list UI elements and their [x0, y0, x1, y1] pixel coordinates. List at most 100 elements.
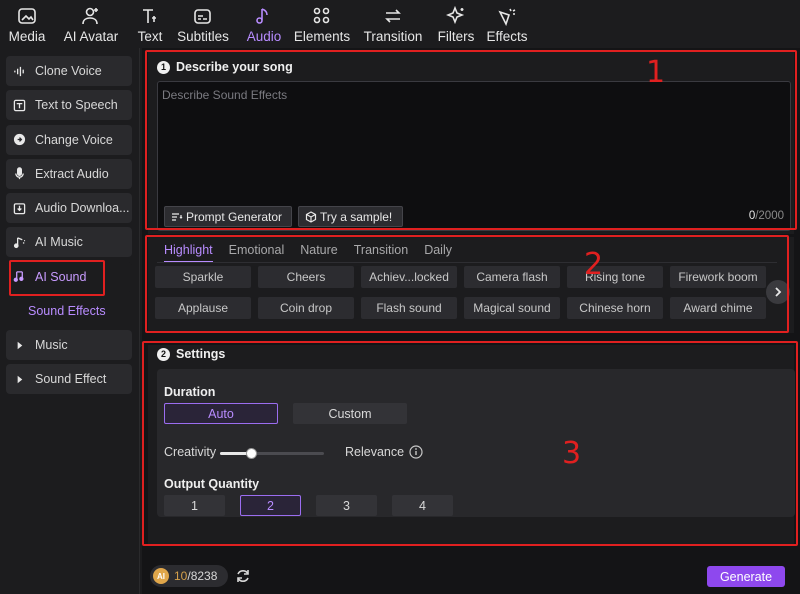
quantity-option-4[interactable]: 4 [392, 495, 453, 516]
settings-title: 2 Settings [157, 347, 225, 361]
try-sample-label: Try a sample! [320, 209, 393, 224]
describe-title: 1 Describe your song [157, 60, 293, 74]
sidebar-item-label: Audio Downloa... [35, 201, 130, 216]
sidebar-item-label: Extract Audio [35, 166, 109, 181]
toolbar-subtitles[interactable]: Subtitles [176, 0, 230, 48]
toolbar-ai-avatar[interactable]: AI Avatar [58, 0, 124, 48]
step-number: 2 [157, 347, 170, 361]
subtitles-icon [194, 9, 211, 24]
sound-chip[interactable]: Camera flash [464, 266, 560, 288]
elements-icon [313, 7, 330, 24]
duration-custom-button[interactable]: Custom [293, 403, 407, 424]
category-section: Highlight Emotional Nature Transition Da… [148, 237, 794, 333]
tab-transition[interactable]: Transition [354, 243, 408, 263]
credits-total: /8238 [187, 569, 218, 583]
microphone-icon [12, 167, 26, 181]
sidebar-item-clone-voice[interactable]: Clone Voice [6, 56, 132, 86]
toolbar-audio[interactable]: Audio [244, 0, 284, 48]
toolbar-label: Effects [486, 29, 528, 44]
output-quantity-label: Output Quantity [164, 477, 260, 491]
sound-chip[interactable]: Applause [155, 297, 251, 319]
tab-daily[interactable]: Daily [424, 243, 452, 263]
refresh-icon[interactable] [235, 568, 251, 584]
sound-chip[interactable]: Firework boom [670, 266, 766, 288]
toolbar-label: Transition [363, 29, 423, 44]
sidebar-item-extract-audio[interactable]: Extract Audio [6, 158, 132, 189]
sound-chip[interactable]: Magical sound [464, 297, 560, 319]
settings-card: Duration Auto Custom Creativity Relevanc… [157, 369, 795, 517]
toolbar-label: Subtitles [177, 29, 229, 44]
sidebar-item-text-to-speech[interactable]: Text to Speech [6, 90, 132, 121]
sidebar-item-label: Sound Effect [35, 372, 107, 387]
toolbar-filters[interactable]: Filters [436, 0, 476, 48]
tab-nature[interactable]: Nature [300, 243, 338, 263]
character-limit: /2000 [755, 210, 784, 222]
settings-section: 2 Settings Duration Auto Custom Creativi… [148, 345, 795, 545]
slider-handle[interactable] [246, 448, 257, 459]
toolbar-media[interactable]: Media [4, 0, 50, 48]
toolbar-elements[interactable]: Elements [294, 0, 350, 48]
try-sample-button[interactable]: Try a sample! [298, 206, 403, 227]
sound-chip[interactable]: Award chime [670, 297, 766, 319]
prompt-generator-label: Prompt Generator [186, 209, 283, 224]
generate-button[interactable]: Generate [707, 566, 785, 587]
sound-chip[interactable]: Chinese horn [567, 297, 663, 319]
text-speech-icon [12, 98, 26, 112]
character-counter: 0/2000 [749, 210, 784, 222]
sound-chip[interactable]: Cheers [258, 266, 354, 288]
ai-sound-icon [12, 270, 26, 284]
sound-chip[interactable]: Coin drop [258, 297, 354, 319]
audio-icon [256, 8, 268, 24]
filters-icon [446, 6, 465, 25]
sidebar-subitem-sound-effects[interactable]: Sound Effects [6, 296, 131, 326]
section-title-text: Describe your song [176, 60, 293, 74]
sidebar-item-audio-download[interactable]: Audio Downloa... [6, 193, 132, 224]
step-number: 1 [157, 60, 170, 74]
quantity-option-2[interactable]: 2 [240, 495, 301, 516]
sound-chip[interactable]: Flash sound [361, 297, 457, 319]
sound-chip[interactable]: Rising tone [567, 266, 663, 288]
sidebar: Clone Voice Text to Speech Change Voice … [0, 48, 140, 594]
tab-highlight[interactable]: Highlight [164, 243, 213, 263]
toolbar-label: AI Avatar [63, 29, 119, 44]
main-panel: 1 Describe your song Prompt Generator Tr… [142, 48, 800, 594]
quantity-option-3[interactable]: 3 [316, 495, 377, 516]
transition-icon [385, 9, 401, 23]
toolbar-label: Text [137, 29, 163, 44]
describe-input[interactable] [158, 82, 790, 192]
sidebar-item-ai-sound[interactable]: AI Sound [6, 261, 132, 292]
sidebar-item-change-voice[interactable]: Change Voice [6, 124, 132, 155]
quantity-option-1[interactable]: 1 [164, 495, 225, 516]
sidebar-group-sound-effect[interactable]: Sound Effect [6, 364, 132, 395]
toolbar-transition[interactable]: Transition [362, 0, 424, 48]
toolbar-label: Elements [293, 29, 351, 44]
tab-emotional[interactable]: Emotional [229, 243, 285, 263]
sound-chip[interactable]: Achiev...locked [361, 266, 457, 288]
toolbar-label: Audio [246, 29, 282, 44]
duration-label: Duration [164, 385, 216, 399]
describe-section: 1 Describe your song Prompt Generator Tr… [148, 52, 794, 234]
section-title-text: Settings [176, 347, 226, 361]
info-icon[interactable] [409, 445, 423, 459]
prompt-generator-icon [172, 212, 183, 221]
footer-bar: AI 10/8238 Generate [142, 560, 800, 594]
category-tabs: Highlight Emotional Nature Transition Da… [164, 243, 468, 263]
tab-divider [157, 262, 777, 263]
toolbar-effects[interactable]: Effects [484, 0, 530, 48]
creativity-label: Creativity [164, 445, 217, 459]
sidebar-item-label: Text to Speech [35, 98, 118, 113]
music-note-icon [12, 235, 26, 249]
prompt-generator-button[interactable]: Prompt Generator [164, 206, 292, 227]
sidebar-group-music[interactable]: Music [6, 330, 132, 361]
creativity-relevance-slider[interactable] [220, 448, 324, 459]
effects-icon [498, 8, 516, 26]
describe-textarea-box: Prompt Generator Try a sample! 0/2000 [157, 81, 791, 231]
duration-auto-button[interactable]: Auto [164, 403, 278, 424]
sidebar-item-ai-music[interactable]: AI Music [6, 227, 132, 258]
toolbar-label: Filters [437, 29, 475, 44]
scroll-next-button[interactable] [766, 280, 790, 304]
toolbar-text[interactable]: Text [130, 0, 170, 48]
caret-right-icon [12, 372, 26, 386]
sound-chip[interactable]: Sparkle [155, 266, 251, 288]
sidebar-item-label: AI Sound [35, 269, 87, 284]
